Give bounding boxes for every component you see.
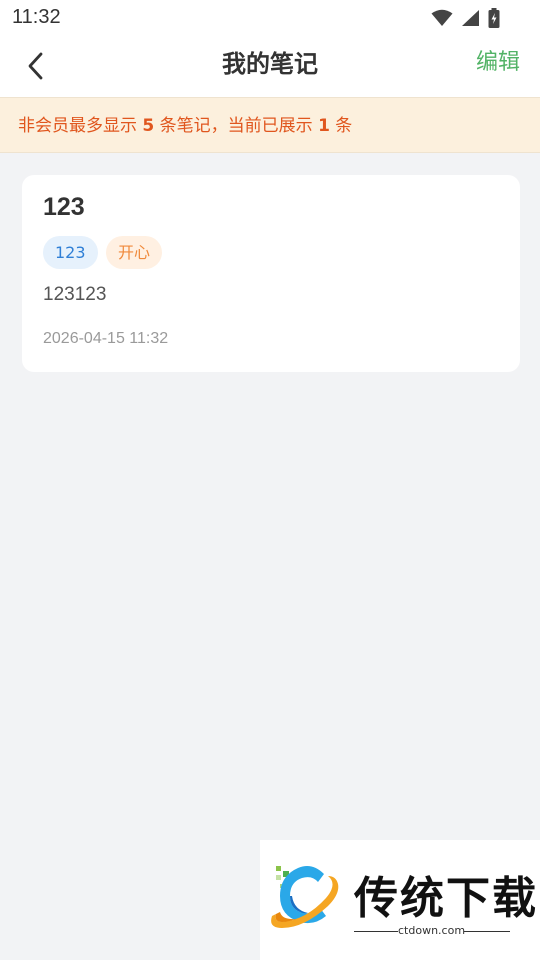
navigation-bar: 我的笔记 编辑: [0, 36, 540, 97]
notice-prefix: 非会员最多显示: [18, 116, 143, 136]
notice-shown-count: 1: [318, 116, 330, 136]
status-time: 11:32: [12, 6, 61, 28]
ctdown-logo-icon: [271, 866, 339, 928]
member-limit-notice: 非会员最多显示 5 条笔记，当前已展示 1 条: [0, 97, 540, 153]
notice-suffix: 条: [329, 116, 353, 136]
signal-icon: [462, 10, 479, 26]
note-title: 123: [43, 193, 85, 221]
notice-middle: 条笔记，当前已展示: [154, 116, 319, 136]
watermark-divider-right: [464, 931, 510, 932]
note-tag-mood: 开心: [106, 236, 163, 269]
status-icons: [431, 7, 500, 29]
note-card[interactable]: 123 123 开心 123123 2026-04-15 11:32: [22, 175, 520, 372]
watermark-name: 传统下载: [354, 873, 538, 924]
note-tag: 123: [43, 236, 98, 269]
status-bar: 11:32: [0, 0, 540, 36]
edit-button[interactable]: 编辑: [476, 36, 520, 93]
watermark: 传统下载 ctdown.com: [260, 840, 540, 960]
watermark-divider-left: [354, 931, 398, 932]
notice-max-count: 5: [142, 116, 155, 136]
note-date: 2026-04-15 11:32: [43, 330, 169, 347]
page-title: 我的笔记: [222, 50, 318, 78]
note-content: 123123: [43, 284, 107, 305]
wifi-icon: [431, 9, 453, 26]
watermark-site: ctdown.com: [398, 924, 466, 937]
notice-text: 非会员最多显示 5 条笔记，当前已展示 1 条: [18, 98, 352, 154]
battery-icon: [488, 8, 500, 28]
